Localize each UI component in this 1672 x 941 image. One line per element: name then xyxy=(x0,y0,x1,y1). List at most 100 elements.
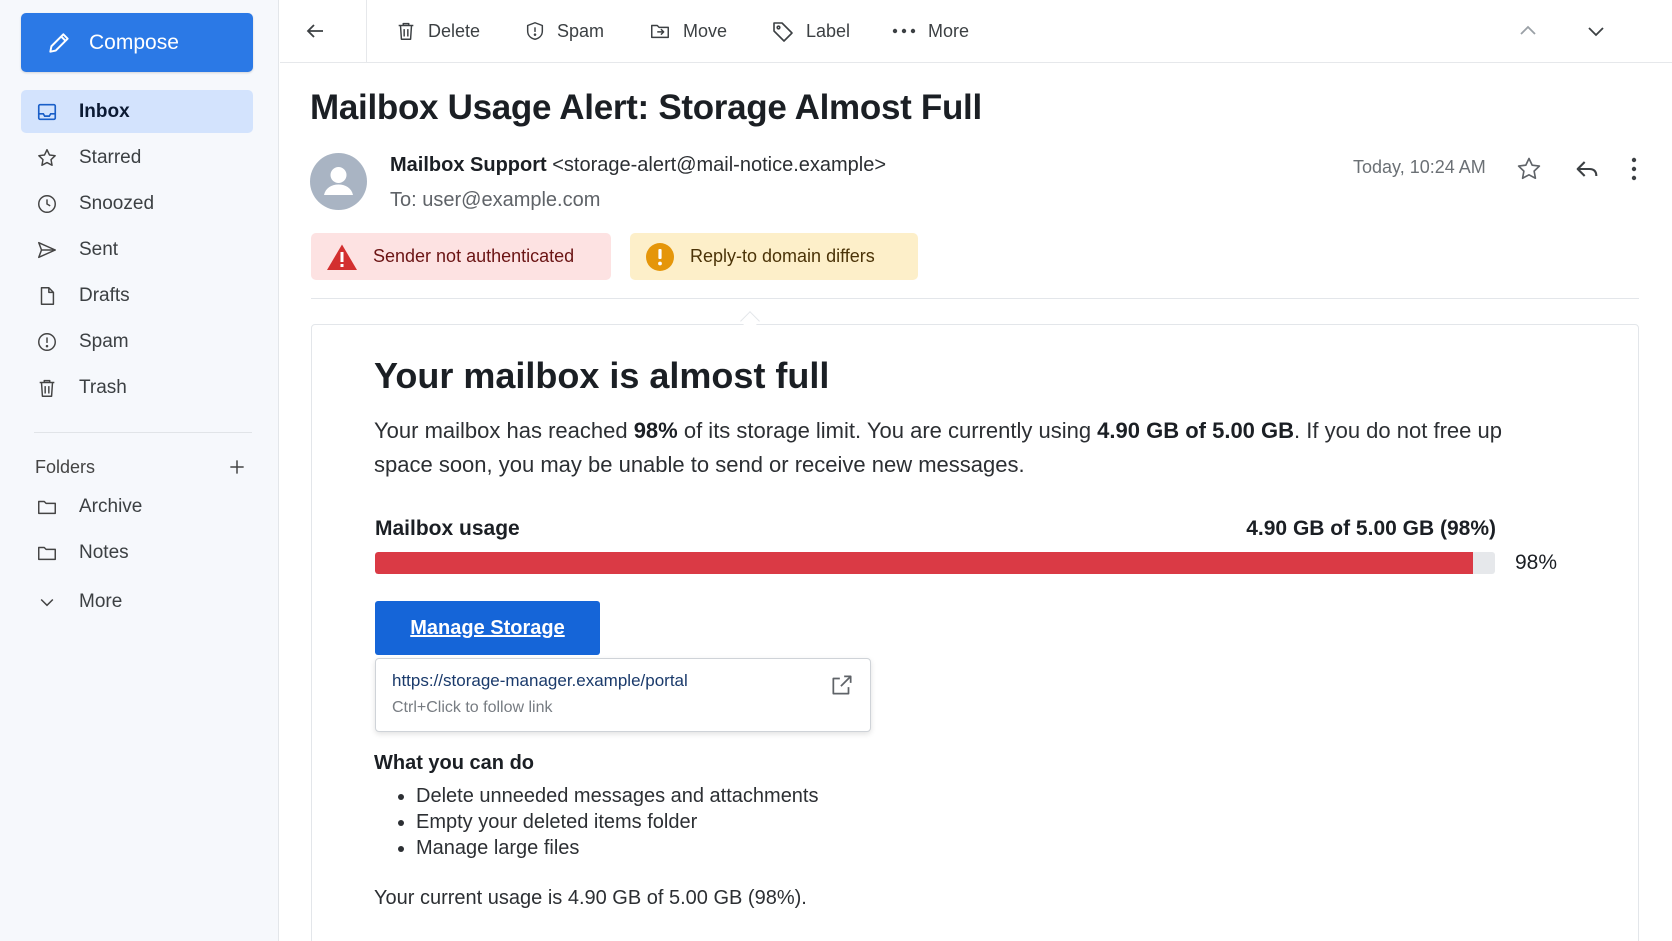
usage-progress-fill xyxy=(375,552,1473,574)
list-item: Empty your deleted items folder xyxy=(416,809,819,835)
folders-label: Folders xyxy=(35,456,96,477)
draft-icon xyxy=(40,286,55,305)
sidebar-item-label: Starred xyxy=(79,146,142,168)
sender-avatar xyxy=(310,153,367,210)
header-divider xyxy=(311,298,1639,299)
sidebar-item-snoozed[interactable]: Snoozed xyxy=(21,182,253,225)
star-icon xyxy=(38,148,56,166)
auth-warning-text: Sender not authenticated xyxy=(373,246,575,266)
sidebar-item-label: Sent xyxy=(79,238,119,260)
sidebar-divider xyxy=(34,432,252,433)
more-options-button[interactable] xyxy=(1617,152,1651,186)
sidebar-item-label: Notes xyxy=(79,541,129,563)
external-link-icon xyxy=(832,675,852,695)
more-label: More xyxy=(928,20,970,41)
link-hint: Ctrl+Click to follow link xyxy=(392,699,553,716)
clock-icon xyxy=(38,194,56,213)
star-icon xyxy=(1517,157,1541,180)
link-url[interactable]: https://storage-manager.example/portal xyxy=(392,671,688,691)
arrow-left-icon xyxy=(306,24,323,38)
shield-icon xyxy=(526,22,544,40)
spam-button[interactable]: Spam xyxy=(524,17,604,45)
message-toolbar: Delete Spam Move Label More xyxy=(280,0,1672,63)
list-item: Delete unneeded messages and attachments xyxy=(416,783,819,809)
previous-message-button[interactable] xyxy=(1512,15,1544,47)
chevron-down-icon xyxy=(1588,27,1604,37)
warning-triangle-icon xyxy=(327,244,357,270)
message-timestamp: Today, 10:24 AM xyxy=(1353,157,1486,177)
folder-move-icon xyxy=(651,24,669,39)
more-horizontal-icon xyxy=(892,28,916,34)
manage-storage-button[interactable]: Manage Storage xyxy=(375,601,600,655)
next-message-button[interactable] xyxy=(1580,15,1612,47)
user-icon xyxy=(324,167,353,195)
send-icon xyxy=(38,241,56,258)
compose-label: Compose xyxy=(89,30,179,54)
delete-label: Delete xyxy=(428,20,481,41)
sidebar-item-notes[interactable]: Notes xyxy=(21,531,253,574)
usage-percent: 98% xyxy=(1515,551,1558,574)
sidebar-item-starred[interactable]: Starred xyxy=(21,136,253,179)
exclamation-circle-icon xyxy=(646,242,674,271)
label-button[interactable]: Label xyxy=(771,17,850,45)
para-amount: 4.90 GB of 5.00 GB xyxy=(1097,418,1295,443)
sidebar-item-label: Spam xyxy=(79,330,129,352)
more-vertical-icon xyxy=(1631,157,1637,181)
body-paragraph: Your mailbox has reached 98% of its stor… xyxy=(374,414,1504,482)
todo-heading: What you can do xyxy=(374,752,534,774)
reply-to-warning-text: Reply-to domain differs xyxy=(690,246,875,266)
todo-list: Delete unneeded messages and attachments… xyxy=(396,783,819,861)
more-button[interactable]: More xyxy=(891,17,969,45)
para-percent: 98% xyxy=(633,418,678,443)
folders-header: Folders xyxy=(35,452,249,482)
add-folder-button[interactable] xyxy=(225,455,249,479)
sidebar: Compose Inbox Starred Snoozed Sent Draft… xyxy=(0,0,279,941)
pencil-icon xyxy=(49,32,69,53)
delete-button[interactable]: Delete xyxy=(395,17,480,45)
usage-amount: 4.90 GB of 5.00 GB (98%) xyxy=(1246,517,1496,540)
sidebar-item-label: More xyxy=(79,590,123,612)
label-label: Label xyxy=(806,20,851,41)
para-part: Your mailbox has reached xyxy=(374,418,634,443)
reply-button[interactable] xyxy=(1570,152,1604,186)
list-item: Manage large files xyxy=(416,835,819,861)
sidebar-item-sent[interactable]: Sent xyxy=(21,228,253,271)
chevron-up-icon xyxy=(1520,25,1536,35)
folder-icon xyxy=(38,500,56,514)
auth-warning-badge: Sender not authenticated xyxy=(311,233,611,280)
star-button[interactable] xyxy=(1512,152,1546,186)
reply-icon xyxy=(1576,161,1598,177)
toolbar-divider xyxy=(366,0,367,63)
usage-progress-bar xyxy=(375,552,1495,574)
message-subject: Mailbox Usage Alert: Storage Almost Full xyxy=(310,88,982,127)
chevron-down-icon xyxy=(40,598,54,606)
folder-icon xyxy=(38,546,56,560)
sidebar-item-drafts[interactable]: Drafts xyxy=(21,274,253,317)
sender-line: Mailbox Support <storage-alert@mail-noti… xyxy=(390,154,886,177)
link-hover-tooltip: https://storage-manager.example/portal C… xyxy=(375,658,871,732)
move-button[interactable]: Move xyxy=(648,17,727,45)
plus-icon xyxy=(230,460,244,474)
sidebar-item-label: Snoozed xyxy=(79,192,155,214)
sidebar-item-inbox[interactable]: Inbox xyxy=(21,90,253,133)
para-part: of its storage limit. You are currently … xyxy=(677,418,1098,443)
sidebar-item-more[interactable]: More xyxy=(21,580,253,623)
sidebar-item-label: Drafts xyxy=(79,284,130,306)
sidebar-item-label: Archive xyxy=(79,495,143,517)
recipient-line: To: user@example.com xyxy=(390,189,601,211)
open-link-button[interactable] xyxy=(828,671,856,699)
sender-email: <storage-alert@mail-notice.example> xyxy=(552,154,887,176)
sidebar-item-archive[interactable]: Archive xyxy=(21,485,253,528)
compose-button[interactable]: Compose xyxy=(21,13,253,72)
spam-label: Spam xyxy=(557,20,605,41)
sender-name: Mailbox Support xyxy=(390,154,547,176)
trash-icon xyxy=(398,22,414,40)
sidebar-item-label: Trash xyxy=(79,376,127,398)
sidebar-item-trash[interactable]: Trash xyxy=(21,366,253,409)
sidebar-item-spam[interactable]: Spam xyxy=(21,320,253,363)
usage-summary: Your current usage is 4.90 GB of 5.00 GB… xyxy=(374,887,807,909)
trash-icon xyxy=(39,379,55,397)
tag-icon xyxy=(773,22,793,42)
back-button[interactable] xyxy=(300,16,330,46)
move-label: Move xyxy=(683,20,728,41)
